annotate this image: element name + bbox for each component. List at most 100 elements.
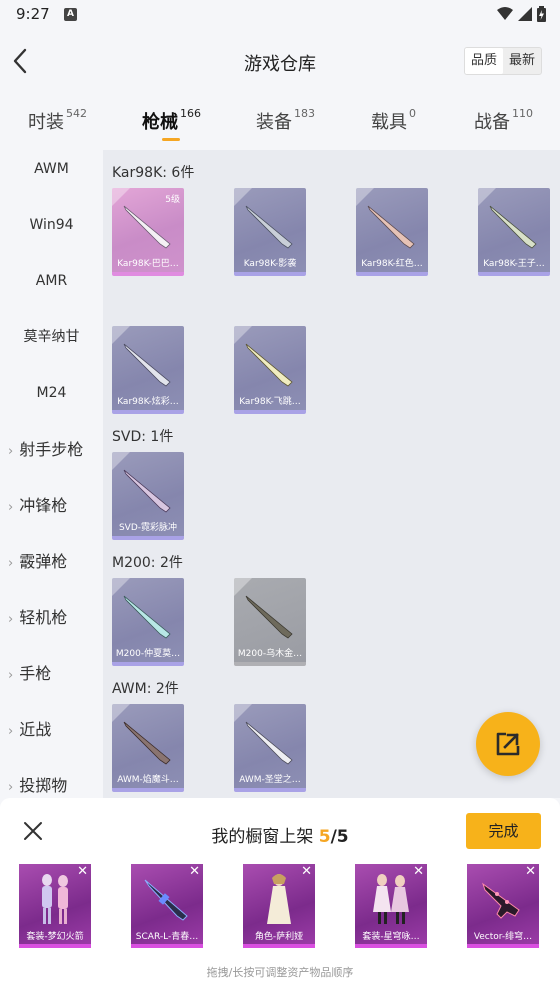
smg-icon xyxy=(482,882,520,919)
item-name: M200-乌木金… xyxy=(237,649,303,659)
rifle-icon xyxy=(245,343,293,387)
tab-label: 载具 xyxy=(371,112,407,133)
sidebar-group-dmr[interactable]: › 射手步枪 xyxy=(0,435,103,465)
sort-quality-button[interactable]: 品质 xyxy=(464,48,503,74)
status-icons xyxy=(497,6,546,22)
showcase-item[interactable]: ✕ 套装-星穹咏… xyxy=(355,864,427,948)
share-external-icon xyxy=(496,732,520,756)
battery-icon xyxy=(537,6,546,22)
rifle-icon xyxy=(245,595,293,639)
sort-toggle: 品质 最新 xyxy=(463,47,542,75)
item-card[interactable]: Kar98K-炫彩… xyxy=(112,326,184,414)
outfit-icon xyxy=(42,874,68,924)
item-card[interactable]: M200-乌木金… xyxy=(234,578,306,666)
status-bar: 9:27 A xyxy=(0,0,560,30)
showcase-item[interactable]: ✕ Vector-绯穹… xyxy=(467,864,539,948)
sidebar-group-melee[interactable]: › 近战 xyxy=(0,715,103,745)
item-card[interactable]: M200-仲夏莫… xyxy=(112,578,184,666)
tab-count: 542 xyxy=(66,107,87,120)
chevron-right-icon: › xyxy=(8,444,14,459)
item-name: Kar98K-红色… xyxy=(361,259,423,269)
tab-count: 0 xyxy=(409,107,416,120)
sidebar-group-lmg[interactable]: › 轻机枪 xyxy=(0,603,103,633)
item-card[interactable]: Kar98K-红色… xyxy=(356,188,428,276)
section-title: Kar98K: 6件 xyxy=(112,165,195,181)
item-name: Kar98K-巴巴… xyxy=(117,259,179,269)
chevron-right-icon: › xyxy=(8,668,14,683)
showcase-total: /5 xyxy=(330,827,349,847)
item-card[interactable]: 5级 Kar98K-巴巴… xyxy=(112,188,184,276)
item-name: SVD-霓彩脉冲 xyxy=(118,523,178,533)
tab-count: 183 xyxy=(294,107,315,120)
item-name: Kar98K-影袭 xyxy=(243,259,297,269)
sidebar-item-label: AWM xyxy=(34,161,69,177)
remove-icon[interactable]: ✕ xyxy=(525,864,536,879)
section-title: M200: 2件 xyxy=(112,555,183,571)
sidebar-item-label: 射手步枪 xyxy=(19,440,84,459)
sidebar-item-label: M24 xyxy=(36,385,67,401)
sidebar-group-throwable[interactable]: › 投掷物 xyxy=(0,771,103,801)
sidebar-group-shotgun[interactable]: › 霰弹枪 xyxy=(0,547,103,577)
sidebar-item-label: 投掷物 xyxy=(19,776,68,795)
sidebar-group-smg[interactable]: › 冲锋枪 xyxy=(0,491,103,521)
showcase-panel: 我的橱窗上架 5/5 完成 ✕ 套装-梦幻火箭 ✕ SCAR-L-青春… ✕ 角… xyxy=(0,798,560,997)
section-title: AWM: 2件 xyxy=(112,681,179,697)
sidebar-group-pistol[interactable]: › 手枪 xyxy=(0,659,103,689)
remove-icon[interactable]: ✕ xyxy=(189,864,200,879)
item-card[interactable]: SVD-霓彩脉冲 xyxy=(112,452,184,540)
sidebar-item-label: 霰弹枪 xyxy=(19,552,68,571)
done-button[interactable]: 完成 xyxy=(466,813,541,849)
rifle-icon xyxy=(245,721,293,765)
weapon-grid: Kar98K: 6件 5级 Kar98K-巴巴… Kar98K-影袭 Kar98… xyxy=(103,150,560,798)
category-tabs: 时装 542 枪械 166 装备 183 载具 0 战备 110 xyxy=(0,94,560,150)
reorder-hint: 拖拽/长按可调整资产物品顺序 xyxy=(206,966,354,979)
sort-latest-button[interactable]: 最新 xyxy=(503,48,541,74)
rifle-icon xyxy=(489,205,537,249)
item-name: AWM-圣堂之… xyxy=(239,775,301,785)
sidebar-item-win94[interactable]: Win94 xyxy=(0,210,103,240)
share-button[interactable] xyxy=(476,712,540,776)
rifle-icon xyxy=(367,205,415,249)
item-card[interactable]: Kar98K-王子… xyxy=(478,188,550,276)
remove-icon[interactable]: ✕ xyxy=(413,864,424,879)
tab-vehicles[interactable]: 载具 0 xyxy=(371,107,416,134)
item-card[interactable]: Kar98K-影袭 xyxy=(234,188,306,276)
sidebar-item-label: 手枪 xyxy=(19,664,52,683)
rifle-icon xyxy=(144,879,188,921)
rifle-icon xyxy=(123,343,171,387)
item-name: AWM-焰魔斗… xyxy=(117,775,179,785)
rifle-icon xyxy=(245,205,293,249)
showcase-item[interactable]: ✕ SCAR-L-青春… xyxy=(131,864,203,948)
showcase-item-name: 套装-星穹咏… xyxy=(362,932,420,942)
tab-supplies[interactable]: 战备 110 xyxy=(474,107,533,134)
rifle-icon xyxy=(123,205,171,249)
item-card[interactable]: AWM-焰魔斗… xyxy=(112,704,184,792)
tab-weapons[interactable]: 枪械 166 xyxy=(142,107,201,134)
wifi-icon xyxy=(497,7,513,20)
sidebar-item-label: 近战 xyxy=(19,720,52,739)
chevron-right-icon: › xyxy=(8,612,14,627)
sidebar-item-label: 莫辛纳甘 xyxy=(23,329,80,345)
item-card[interactable]: AWM-圣堂之… xyxy=(234,704,306,792)
showcase-item[interactable]: ✕ 套装-梦幻火箭 xyxy=(19,864,91,948)
sidebar-item-m24[interactable]: M24 xyxy=(0,378,103,408)
item-name: Kar98K-炫彩… xyxy=(117,397,179,407)
tab-label: 战备 xyxy=(474,112,510,133)
status-time: 9:27 xyxy=(16,5,50,23)
remove-icon[interactable]: ✕ xyxy=(301,864,312,879)
tab-label: 装备 xyxy=(256,112,292,133)
active-tab-indicator xyxy=(162,138,180,141)
tab-equipment[interactable]: 装备 183 xyxy=(256,107,315,134)
sidebar-item-label: AMR xyxy=(35,273,68,289)
remove-icon[interactable]: ✕ xyxy=(77,864,88,879)
tab-count: 166 xyxy=(180,107,201,120)
showcase-item-name: Vector-绯穹… xyxy=(473,932,533,942)
tab-label: 时装 xyxy=(28,112,64,133)
tab-outfits[interactable]: 时装 542 xyxy=(28,107,87,134)
showcase-item[interactable]: ✕ 角色-萨利娅 xyxy=(243,864,315,948)
sidebar-item-mosin[interactable]: 莫辛纳甘 xyxy=(0,322,103,352)
sidebar-item-awm[interactable]: AWM xyxy=(0,154,103,184)
sidebar-item-amr[interactable]: AMR xyxy=(0,266,103,296)
item-card[interactable]: Kar98K-飞跳… xyxy=(234,326,306,414)
item-name: Kar98K-王子… xyxy=(483,259,545,269)
